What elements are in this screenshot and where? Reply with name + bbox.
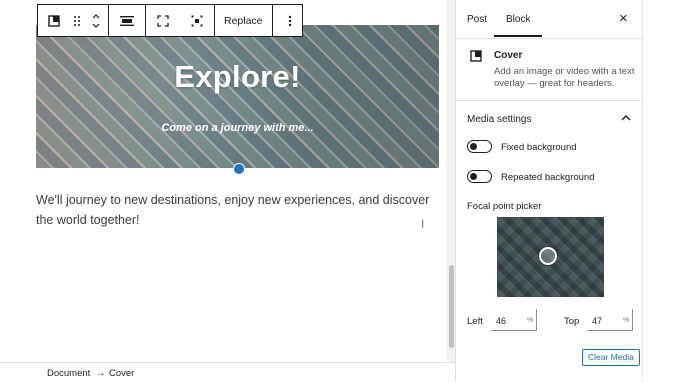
focal-left-label: Left (467, 316, 483, 327)
media-settings-title[interactable]: Media settings (467, 114, 531, 125)
toolbar-group-more (273, 5, 307, 36)
breadcrumb-document[interactable]: Document (47, 368, 90, 379)
text-cursor-icon: I (421, 217, 425, 231)
settings-sidebar: Post Block × Cover Add an image or video… (455, 0, 643, 382)
block-card-description: Add an image or video with a text overla… (494, 66, 635, 89)
focal-top-value[interactable]: 47 (592, 316, 602, 326)
cover-resize-handle[interactable] (233, 163, 245, 175)
block-card-title: Cover (494, 50, 523, 61)
tab-post[interactable]: Post (467, 14, 487, 25)
block-cover-icon (470, 50, 482, 65)
breadcrumb: Document → Cover (0, 362, 455, 383)
cover-title[interactable]: Explore! (36, 59, 439, 95)
sidebar-tabs: Post Block × (456, 0, 643, 39)
toolbar-group-align (109, 5, 146, 36)
full-height-icon[interactable] (146, 5, 180, 36)
breadcrumb-separator: → (96, 368, 106, 379)
focal-top-unit: % (623, 317, 630, 324)
focal-point-handle[interactable] (539, 247, 557, 265)
block-card: Cover Add an image or video with a text … (456, 38, 643, 101)
right-panel-edge (642, 0, 680, 382)
chevron-up-icon[interactable] (621, 113, 631, 125)
focal-left-value[interactable]: 46 (496, 316, 506, 326)
repeated-background-toggle[interactable] (467, 170, 492, 183)
toolbar-group-height (146, 5, 215, 36)
repeated-background-label: Repeated background (501, 172, 595, 183)
fixed-background-toggle[interactable] (467, 140, 492, 153)
editor-canvas: Explore! Come on a journey with me... We… (0, 0, 447, 382)
tab-block[interactable]: Block (493, 14, 544, 37)
breadcrumb-cover[interactable]: Cover (109, 368, 134, 379)
cover-subtitle[interactable]: Come on a journey with me... (36, 122, 439, 134)
clear-media-button[interactable]: Clear Media (582, 349, 640, 366)
fixed-background-label: Fixed background (501, 142, 577, 153)
toolbar-group-replace: Replace (215, 5, 273, 36)
paragraph-block[interactable]: We'll journey to new destinations, enjoy… (36, 190, 436, 230)
replace-button[interactable]: Replace (215, 5, 272, 36)
block-toolbar: Replace (37, 4, 303, 37)
close-icon[interactable]: × (619, 10, 628, 27)
cover-block[interactable]: Explore! Come on a journey with me... (36, 25, 439, 168)
editor-scrollbar-thumb[interactable] (449, 265, 454, 348)
focal-left-unit: % (527, 317, 534, 324)
focal-top-label: Top (564, 316, 580, 327)
content-position-icon[interactable] (180, 5, 214, 36)
align-icon[interactable] (109, 5, 145, 36)
focal-point-label: Focal point picker (467, 201, 542, 212)
toolbar-group-parent (38, 5, 109, 36)
more-vertical-icon[interactable] (273, 5, 307, 36)
block-cover-icon[interactable] (38, 5, 69, 36)
drag-handle-icon[interactable] (69, 5, 84, 36)
move-up-down-icon[interactable] (84, 5, 108, 36)
